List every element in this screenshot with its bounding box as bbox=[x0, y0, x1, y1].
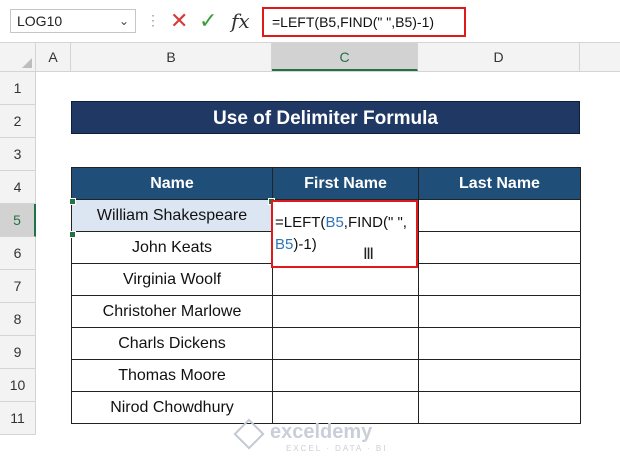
sheet-title: Use of Delimiter Formula bbox=[71, 101, 580, 134]
row-header-2[interactable]: 2 bbox=[0, 105, 36, 138]
column-header-c[interactable]: C bbox=[272, 43, 418, 71]
watermark: exceldemy EXCEL · DATA · BI bbox=[233, 418, 398, 457]
last-name-cell[interactable] bbox=[418, 295, 581, 328]
formula-text: )-1) bbox=[293, 236, 317, 253]
column-header-b[interactable]: B bbox=[71, 43, 272, 71]
chevron-down-icon[interactable]: ⌄ bbox=[119, 10, 129, 32]
row-header-3[interactable]: 3 bbox=[0, 138, 36, 171]
first-name-cell[interactable] bbox=[272, 359, 419, 392]
row-header-11[interactable]: 11 bbox=[0, 402, 36, 435]
row-header-10[interactable]: 10 bbox=[0, 369, 36, 402]
row-header-8[interactable]: 8 bbox=[0, 303, 36, 336]
row-header-1[interactable]: 1 bbox=[0, 72, 36, 105]
row-header-7[interactable]: 7 bbox=[0, 270, 36, 303]
formula-text: =LEFT( bbox=[275, 214, 326, 231]
row-header-4[interactable]: 4 bbox=[0, 171, 36, 204]
last-name-cell[interactable] bbox=[418, 263, 581, 296]
header-first-name[interactable]: First Name bbox=[272, 167, 419, 200]
watermark-name: exceldemy bbox=[270, 421, 373, 443]
cancel-icon[interactable]: ✕ bbox=[170, 7, 188, 35]
exceldemy-logo-icon bbox=[233, 418, 265, 450]
name-cell[interactable]: Thomas Moore bbox=[71, 359, 273, 392]
table-header-row: Name First Name Last Name bbox=[71, 167, 581, 200]
header-last-name[interactable]: Last Name bbox=[418, 167, 581, 200]
name-cell[interactable]: Charls Dickens bbox=[71, 327, 273, 360]
selection-handle[interactable] bbox=[69, 198, 76, 205]
cell-reference: B5 bbox=[325, 214, 344, 231]
first-name-cell[interactable] bbox=[272, 295, 419, 328]
last-name-cell[interactable] bbox=[418, 359, 581, 392]
row-header-5[interactable]: 5 bbox=[0, 204, 36, 237]
table-row: Charls Dickens bbox=[71, 327, 581, 360]
name-cell[interactable]: Nirod Chowdhury bbox=[71, 391, 273, 424]
header-name[interactable]: Name bbox=[71, 167, 273, 200]
more-options-icon: ⋮ bbox=[146, 12, 160, 28]
formula-input[interactable]: =LEFT(B5,FIND(" ",B5)-1) bbox=[262, 7, 466, 37]
row-header-9[interactable]: 9 bbox=[0, 336, 36, 369]
last-name-cell[interactable] bbox=[418, 327, 581, 360]
selection-handle[interactable] bbox=[69, 231, 76, 238]
column-header-row: A B C D bbox=[0, 43, 620, 72]
last-name-cell[interactable] bbox=[418, 231, 581, 264]
name-cell[interactable]: Virginia Woolf bbox=[71, 263, 273, 296]
cell-edit-box[interactable]: =LEFT(B5,FIND(" ", B5)-1) bbox=[271, 200, 418, 268]
select-all-button[interactable] bbox=[0, 43, 36, 71]
first-name-cell[interactable] bbox=[272, 391, 419, 424]
formula-input-extension[interactable] bbox=[466, 7, 620, 37]
last-name-cell[interactable] bbox=[418, 199, 581, 232]
table-row: Nirod Chowdhury bbox=[71, 391, 581, 424]
name-box-value: LOG10 bbox=[17, 13, 63, 29]
name-cell[interactable]: Christoher Marlowe bbox=[71, 295, 273, 328]
row-header-6[interactable]: 6 bbox=[0, 237, 36, 270]
column-header-a[interactable]: A bbox=[36, 43, 71, 71]
name-box[interactable]: LOG10 ⌄ bbox=[10, 9, 136, 33]
cell-reference: B5 bbox=[275, 236, 294, 253]
last-name-cell[interactable] bbox=[418, 391, 581, 424]
table-row: Thomas Moore bbox=[71, 359, 581, 392]
text-cursor-icon: Ⅲ bbox=[363, 246, 375, 263]
formula-text: ,FIND(" ", bbox=[343, 214, 407, 231]
table-row: Christoher Marlowe bbox=[71, 295, 581, 328]
enter-icon[interactable]: ✓ bbox=[199, 7, 217, 35]
table-row: Virginia Woolf bbox=[71, 263, 581, 296]
name-cell[interactable]: John Keats bbox=[71, 231, 273, 264]
first-name-cell[interactable] bbox=[272, 263, 419, 296]
formula-bar: LOG10 ⌄ ⋮ ✕ ✓ fx =LEFT(B5,FIND(" ",B5)-1… bbox=[0, 0, 620, 43]
name-cell[interactable]: William Shakespeare bbox=[71, 199, 273, 232]
first-name-cell[interactable] bbox=[272, 327, 419, 360]
watermark-tagline: EXCEL · DATA · BI bbox=[286, 444, 388, 453]
insert-function-icon[interactable]: fx bbox=[231, 7, 250, 35]
column-header-d[interactable]: D bbox=[418, 43, 580, 71]
